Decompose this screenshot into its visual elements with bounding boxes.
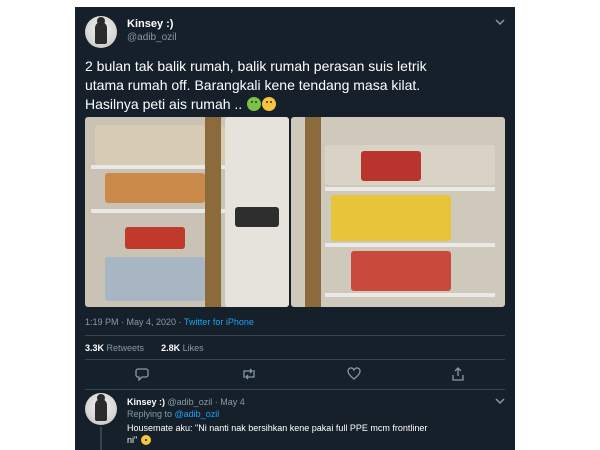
grinning-sweat-face-icon xyxy=(140,435,151,445)
tweet-time[interactable]: 1:19 PM · May 4, 2020 · xyxy=(85,317,184,327)
tweet-text-line-3: Hasilnya peti ais rumah .. xyxy=(85,96,243,112)
tweet-actions xyxy=(85,367,505,387)
reply-handle-date[interactable]: @adib_ozil · May 4 xyxy=(168,397,245,407)
retweets-label: Retweets xyxy=(106,343,145,353)
photo-region xyxy=(361,151,421,181)
retweets-count: 3.3K xyxy=(85,343,105,353)
replying-prefix: Replying to xyxy=(127,409,175,419)
divider xyxy=(85,359,505,360)
tweet-text-line: utama rumah off. Barangkali kene tendang… xyxy=(85,77,421,93)
tweet-card: Kinsey :) @adib_ozil 2 bulan tak balik r… xyxy=(75,7,515,450)
tweet-text-line: 2 bulan tak balik rumah, balik rumah per… xyxy=(85,58,427,74)
photo-region xyxy=(351,251,451,291)
tweet-header: Kinsey :) @adib_ozil xyxy=(85,16,505,50)
reply-text-line: Housemate aku: "Ni nanti nak bersihkan k… xyxy=(127,423,428,433)
reply-text: Housemate aku: "Ni nanti nak bersihkan k… xyxy=(127,422,487,446)
photo-region xyxy=(105,257,205,301)
tweet-text-line: Hasilnya peti ais rumah .. xyxy=(85,95,505,114)
reply-text-line-2: ni" xyxy=(127,435,138,445)
tweet-timestamp: 1:19 PM · May 4, 2020 · Twitter for iPho… xyxy=(85,317,254,327)
tweet-text: 2 bulan tak balik rumah, balik rumah per… xyxy=(85,57,505,114)
fridge-photo-right[interactable] xyxy=(291,117,505,307)
divider xyxy=(85,389,505,390)
retweets-stat[interactable]: 3.3K Retweets xyxy=(85,343,144,353)
photo-door-edge xyxy=(305,117,321,307)
replying-to: Replying to @adib_ozil xyxy=(127,409,219,419)
likes-count: 2.8K xyxy=(161,343,181,353)
reply-text-line: ni" xyxy=(127,434,487,446)
fridge-photo-left[interactable] xyxy=(85,117,289,307)
reply-icon[interactable] xyxy=(135,367,151,383)
like-icon[interactable] xyxy=(347,367,363,383)
photo-door-edge xyxy=(205,117,221,307)
avatar-figure xyxy=(95,394,107,421)
nauseated-face-icon xyxy=(247,97,262,111)
tweet-stats: 3.3K Retweets 2.8K Likes xyxy=(85,343,204,353)
photo-shelf xyxy=(325,187,495,191)
chevron-down-icon[interactable] xyxy=(495,397,505,407)
divider xyxy=(85,335,505,336)
photo-shelf xyxy=(325,293,495,297)
likes-label: Likes xyxy=(182,343,204,353)
tweet-media[interactable] xyxy=(85,117,505,307)
avatar[interactable] xyxy=(85,16,117,48)
share-icon[interactable] xyxy=(451,367,467,383)
likes-stat[interactable]: 2.8K Likes xyxy=(161,343,204,353)
photo-region xyxy=(125,227,185,249)
avatar[interactable] xyxy=(85,393,117,425)
replying-mention[interactable]: @adib_ozil xyxy=(175,409,220,419)
photo-shelf xyxy=(325,243,495,247)
user-handle[interactable]: @adib_ozil xyxy=(127,32,177,43)
tweet-source[interactable]: Twitter for iPhone xyxy=(184,317,254,327)
chevron-down-icon[interactable] xyxy=(495,18,505,28)
avatar-figure xyxy=(95,17,107,44)
thread-line xyxy=(100,427,102,450)
reply-display-name[interactable]: Kinsey :) xyxy=(127,397,165,407)
display-name[interactable]: Kinsey :) xyxy=(127,18,173,30)
face-vomiting-icon xyxy=(262,97,277,111)
photo-region xyxy=(105,173,205,203)
reply-tweet[interactable]: Kinsey :) @adib_ozil · May 4 Replying to… xyxy=(85,393,505,450)
photo-region xyxy=(331,195,451,241)
reply-header: Kinsey :) @adib_ozil · May 4 xyxy=(127,397,245,407)
retweet-icon[interactable] xyxy=(241,367,257,383)
photo-region xyxy=(235,207,279,227)
